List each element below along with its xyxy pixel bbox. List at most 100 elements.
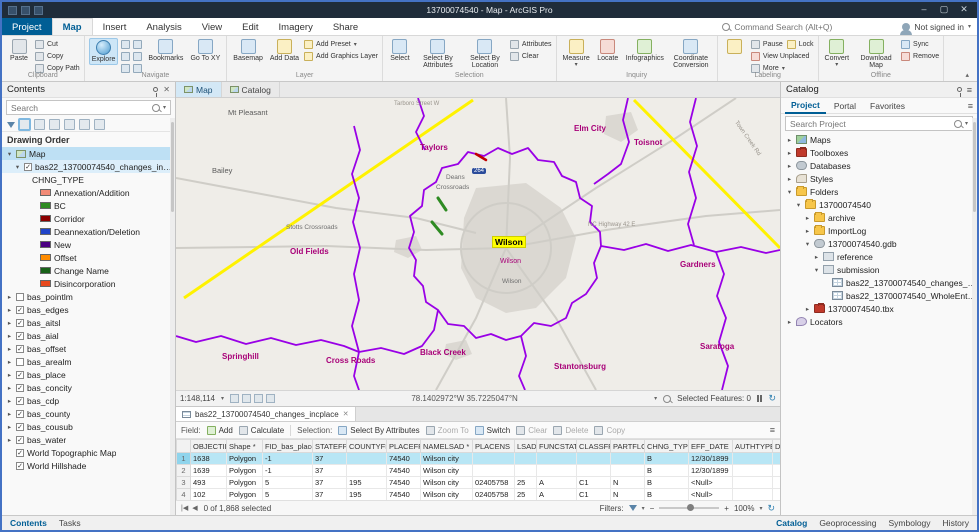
catalog-item[interactable]: ▸reference [781, 250, 977, 263]
table-cell[interactable]: C1 [577, 489, 611, 501]
table-cell[interactable]: A [537, 477, 577, 489]
dock-tab-symbology[interactable]: Symbology [888, 518, 930, 528]
expand-arrow-icon[interactable]: ▸ [6, 371, 13, 379]
collapse-arrow-icon[interactable]: ▾ [14, 163, 21, 171]
map-coordinates[interactable]: 78.1402972°W 35.7225047°N [281, 394, 648, 403]
view-tab-map[interactable]: Map [176, 82, 222, 97]
catalog-item[interactable]: ▾13700074540 [781, 198, 977, 211]
table-cell[interactable] [733, 453, 773, 465]
layer-row[interactable]: ▸✓bas_place [2, 368, 175, 381]
table-cell[interactable]: Polygon [227, 465, 263, 477]
table-cell[interactable] [773, 477, 781, 489]
ribbon-tab-analysis[interactable]: Analysis [136, 18, 191, 35]
table-cell[interactable]: 74540 [387, 453, 421, 465]
layer-map[interactable]: ▾ Map [2, 147, 175, 160]
column-header[interactable]: FID_bas_place [263, 440, 313, 453]
table-cell[interactable]: 37 [313, 477, 347, 489]
labeling-tag-button[interactable] [722, 38, 748, 56]
go-to-xy-button[interactable]: Go To XY [188, 38, 222, 63]
table-cell[interactable]: Wilson city [421, 465, 473, 477]
constraints-icon[interactable] [254, 394, 263, 403]
legend-item[interactable]: Offset [2, 251, 175, 264]
table-cell[interactable]: 74540 [387, 477, 421, 489]
menu-icon[interactable]: ≡ [967, 85, 972, 95]
pin-icon[interactable] [957, 87, 962, 92]
column-header[interactable]: PLACEFP * [387, 440, 421, 453]
table-cell[interactable]: Polygon [227, 489, 263, 501]
legend-item[interactable]: Change Name [2, 264, 175, 277]
table-cell[interactable]: 1638 [191, 453, 227, 465]
cut-button[interactable]: Cut [35, 39, 80, 49]
expand-arrow-icon[interactable]: ▸ [6, 293, 13, 301]
table-cell[interactable]: 37 [313, 453, 347, 465]
expand-arrow-icon[interactable]: ▸ [6, 332, 13, 340]
catalog-item[interactable]: ▸13700074540.tbx [781, 302, 977, 315]
pause-drawing-icon[interactable] [757, 395, 763, 402]
catalog-item[interactable]: bas22_13700074540_changes_incplace [781, 276, 977, 289]
table-cell[interactable]: 195 [347, 489, 387, 501]
layer-row[interactable]: ▸✓bas_offset [2, 342, 175, 355]
column-header[interactable]: COUNTYFP * [347, 440, 387, 453]
ribbon-tab-insert[interactable]: Insert [93, 18, 137, 35]
catalog-scrollbar[interactable] [972, 118, 977, 515]
add-preset-button[interactable]: Add Preset▾ [304, 39, 378, 49]
table-cell[interactable] [733, 465, 773, 477]
legend-item[interactable]: Deannexation/Deletion [2, 225, 175, 238]
table-cell[interactable] [473, 465, 515, 477]
table-cell[interactable]: Wilson city [421, 453, 473, 465]
legend-item[interactable]: Corridor [2, 212, 175, 225]
paste-button[interactable]: Paste [6, 38, 32, 63]
contents-search[interactable]: ▾ [6, 100, 171, 115]
layer-row[interactable]: ▸✓bas_cdp [2, 394, 175, 407]
ribbon-tab-edit[interactable]: Edit [232, 18, 268, 35]
collapse-ribbon-button[interactable]: ▴ [957, 69, 977, 81]
table-cell[interactable] [733, 489, 773, 501]
table-cell[interactable]: B [645, 489, 689, 501]
table-cell[interactable]: Wilson city [421, 477, 473, 489]
expand-arrow-icon[interactable]: ▸ [6, 410, 13, 418]
clear-selection-button[interactable]: Clear [510, 51, 552, 61]
layer-changes-incplace[interactable]: ▾ ✓ bas22_13700074540_changes_incplace [2, 160, 175, 173]
table-row[interactable]: 21639Polygon-13774540Wilson cityB12/30/1… [177, 465, 781, 477]
catalog-tab-project[interactable]: Project [785, 98, 826, 114]
close-icon[interactable]: ✕ [163, 85, 170, 94]
table-tab[interactable]: bas22_13700074540_changes_incplace ✕ [176, 407, 356, 421]
add-graphics-layer-button[interactable]: Add Graphics Layer [304, 51, 378, 61]
table-cell[interactable] [347, 453, 387, 465]
table-cell[interactable]: 74540 [387, 489, 421, 501]
expand-arrow-icon[interactable]: ▸ [804, 305, 811, 313]
table-cell[interactable]: B [645, 465, 689, 477]
copy-rows-button[interactable]: Copy [594, 426, 625, 435]
catalog-search-input[interactable] [790, 119, 951, 129]
slider-handle[interactable] [687, 504, 694, 511]
catalog-item[interactable]: ▾submission [781, 263, 977, 276]
column-header[interactable]: STATEFP * [313, 440, 347, 453]
table-row[interactable]: 4102Polygon53719574540Wilson city0240575… [177, 489, 781, 501]
table-cell[interactable]: 493 [191, 477, 227, 489]
table-cell[interactable]: 1639 [191, 465, 227, 477]
table-cell[interactable]: 02405758 [473, 477, 515, 489]
layer-checkbox[interactable]: ✓ [16, 319, 24, 327]
table-cell[interactable]: -1 [263, 453, 313, 465]
lock-labels-button[interactable]: Lock [787, 39, 814, 49]
menu-icon[interactable]: ≡ [968, 101, 973, 111]
table-cell[interactable]: Wilson city [421, 489, 473, 501]
layer-checkbox[interactable]: ✓ [24, 163, 32, 171]
legend-item[interactable]: Disincorporation [2, 277, 175, 290]
explore-button[interactable]: Explore [89, 38, 119, 65]
expand-arrow-icon[interactable]: ▸ [786, 175, 793, 183]
catalog-tab-portal[interactable]: Portal [828, 99, 862, 113]
table-cell[interactable] [537, 465, 577, 477]
convert-button[interactable]: Convert▾ [823, 38, 852, 70]
coordinate-conversion-button[interactable]: Coordinate Conversion [669, 38, 713, 71]
dock-tab-catalog[interactable]: Catalog [776, 518, 807, 528]
table-cell[interactable] [773, 465, 781, 477]
download-map-button[interactable]: Download Map [854, 38, 898, 71]
layer-row[interactable]: ✓World Topographic Map [2, 446, 175, 459]
catalog-item[interactable]: ▸Maps [781, 133, 977, 146]
row-selector-header[interactable] [177, 440, 191, 453]
list-by-drawing-order-icon[interactable] [19, 119, 30, 130]
table-cell[interactable]: N [611, 489, 645, 501]
remove-button[interactable]: Remove [901, 51, 939, 61]
layer-row[interactable]: ▸✓bas_county [2, 407, 175, 420]
